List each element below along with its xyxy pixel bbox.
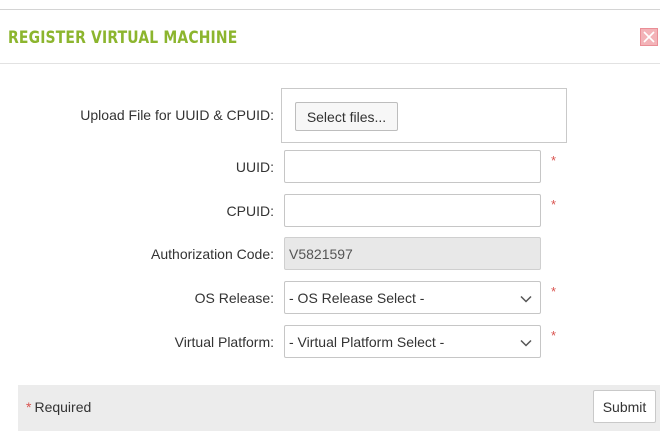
os-release-required-mark: *: [551, 284, 557, 299]
os-release-select[interactable]: - OS Release Select -: [284, 281, 541, 314]
uuid-input[interactable]: [284, 150, 541, 183]
select-files-button[interactable]: Select files...: [295, 102, 398, 131]
close-icon: [643, 31, 655, 43]
virtual-platform-selected: - Virtual Platform Select -: [289, 334, 445, 350]
authorization-code-label: Authorization Code:: [151, 246, 274, 262]
upload-dropzone[interactable]: Select files...: [281, 88, 567, 143]
cpuid-input[interactable]: [284, 194, 541, 227]
cpuid-label: CPUID:: [226, 203, 274, 219]
required-star: *: [26, 399, 32, 415]
register-vm-dialog: REGISTER VIRTUAL MACHINE Upload File for…: [0, 0, 660, 431]
os-release-label: OS Release:: [194, 290, 274, 306]
submit-button[interactable]: Submit: [593, 390, 656, 423]
virtual-platform-select[interactable]: - Virtual Platform Select -: [284, 325, 541, 358]
authorization-code-field: V5821597: [284, 237, 541, 270]
dialog-header: REGISTER VIRTUAL MACHINE: [0, 9, 660, 64]
virtual-platform-required-mark: *: [551, 328, 557, 343]
os-release-selected: - OS Release Select -: [289, 290, 425, 306]
dialog-title: REGISTER VIRTUAL MACHINE: [8, 28, 238, 48]
cpuid-required-mark: *: [551, 197, 557, 212]
virtual-platform-label: Virtual Platform:: [174, 334, 274, 350]
uuid-label: UUID:: [235, 159, 274, 175]
dialog-footer: * Required Submit: [18, 385, 660, 431]
chevron-down-icon: [520, 295, 532, 303]
authorization-code-value: V5821597: [289, 246, 353, 262]
required-note: * Required: [26, 399, 91, 415]
chevron-down-icon: [520, 339, 532, 347]
close-button[interactable]: [640, 28, 658, 46]
upload-label: Upload File for UUID & CPUID:: [80, 107, 274, 123]
uuid-required-mark: *: [551, 153, 557, 168]
required-text: Required: [34, 399, 92, 415]
